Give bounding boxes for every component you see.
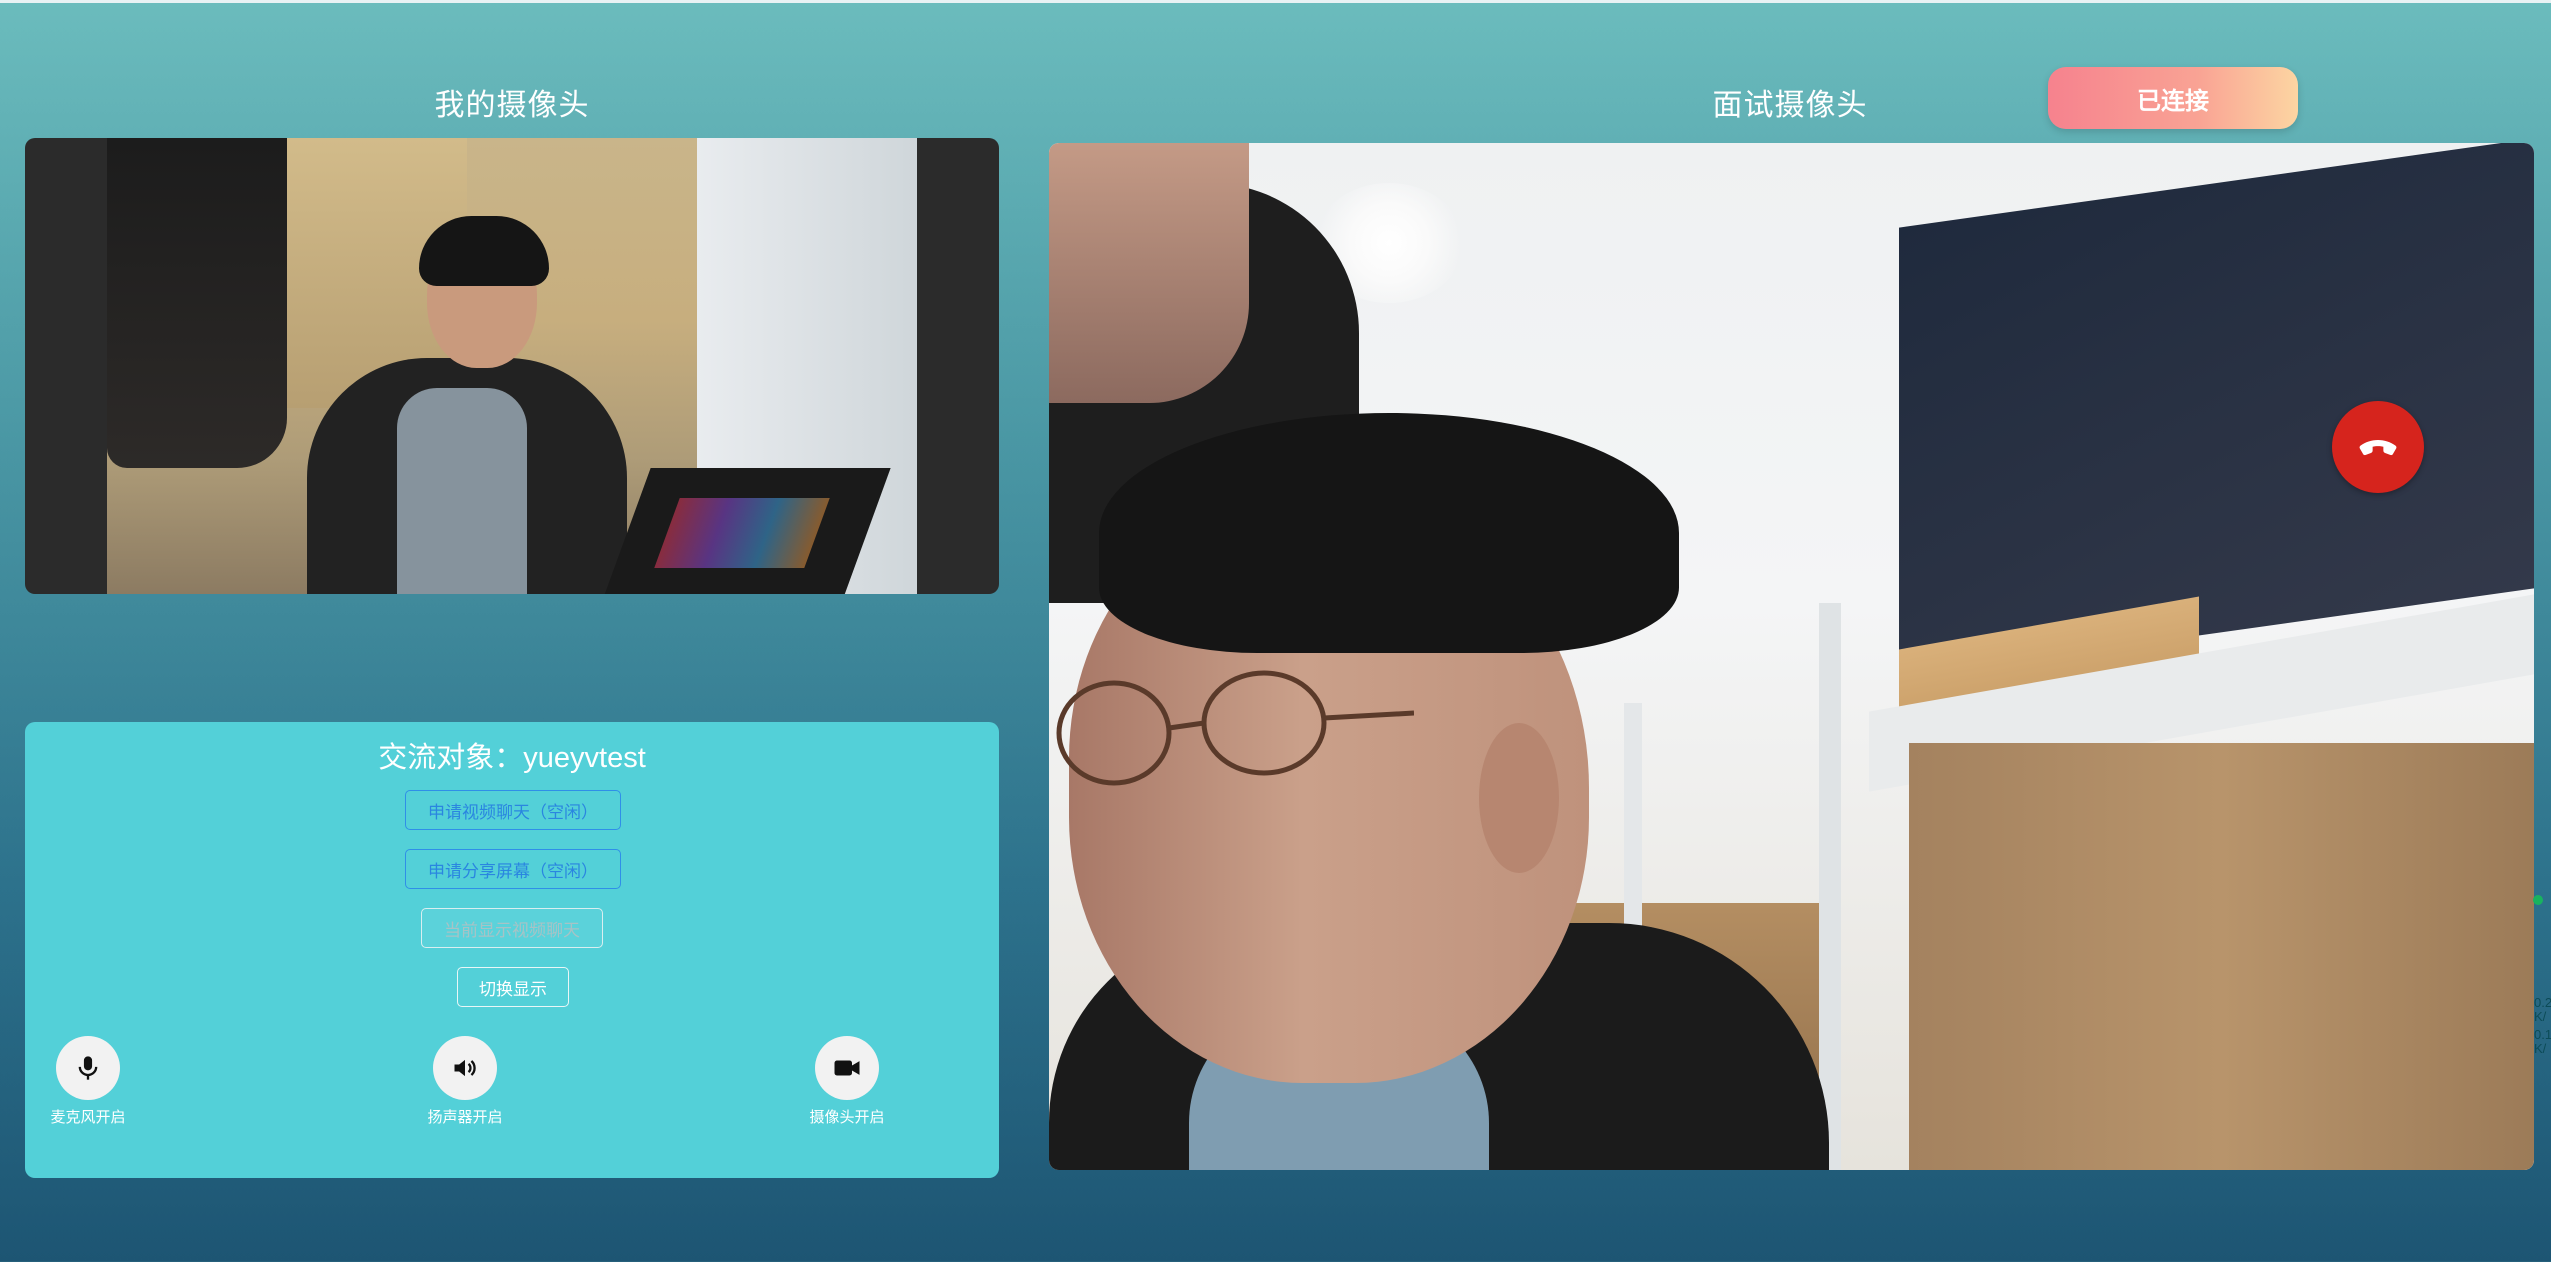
microphone-icon — [78, 1056, 98, 1080]
top-edge-line — [0, 0, 2551, 3]
feed-person-hair — [419, 216, 549, 286]
microphone-label: 麦克风开启 — [50, 1109, 126, 1126]
phone-hangup-icon — [2359, 440, 2397, 456]
interview-camera-title: 面试摄像头 — [1712, 89, 1868, 122]
microphone-control[interactable]: 麦克风开启 — [28, 1036, 148, 1127]
speaker-button[interactable] — [433, 1036, 497, 1100]
interview-camera-video — [1049, 143, 2534, 1170]
feed-hand — [1049, 143, 1249, 403]
upload-unit: K/ — [2534, 1009, 2547, 1024]
feed-starmap-poster — [1899, 143, 2534, 678]
upload-rate: 0.2 — [2534, 995, 2551, 1010]
communication-panel: 交流对象：yueyvtest 申请视频聊天（空闲） 申请分享屏幕（空闲） 当前显… — [25, 722, 999, 1178]
speaker-control[interactable]: 扬声器开启 — [405, 1036, 525, 1127]
feed-person-hair — [1099, 413, 1679, 653]
apply-video-chat-button[interactable]: 申请视频聊天（空闲） — [405, 790, 621, 830]
speaker-icon — [454, 1059, 476, 1077]
switch-display-button[interactable]: 切换显示 — [457, 967, 569, 1007]
network-stats-widget: 0.2 K/ 0.1 K/ — [2533, 895, 2551, 1056]
feed-wardrobe — [1909, 743, 2534, 1170]
my-camera-video — [25, 138, 999, 594]
my-camera-feed — [107, 138, 917, 594]
feed-glasses — [1056, 670, 1414, 786]
feed-bed-post — [1819, 603, 1841, 1170]
camera-label: 摄像头开启 — [809, 1109, 885, 1126]
camera-control[interactable]: 摄像头开启 — [787, 1036, 907, 1127]
panel-title: 交流对象：yueyvtest — [378, 742, 646, 774]
camera-button[interactable] — [815, 1036, 879, 1100]
download-rate: 0.1 — [2534, 1027, 2551, 1042]
connection-status-button[interactable]: 已连接 — [2048, 67, 2298, 129]
feed-coat — [107, 138, 287, 468]
video-camera-icon — [834, 1060, 860, 1076]
apply-screen-share-button[interactable]: 申请分享屏幕（空闲） — [405, 849, 621, 889]
download-unit: K/ — [2534, 1041, 2547, 1056]
feed-laptop-keyboard-lights — [654, 498, 830, 568]
feed-person-ear — [1479, 723, 1559, 873]
feed-person-shirt — [397, 388, 527, 594]
network-status-dot — [2533, 895, 2543, 905]
microphone-button[interactable] — [56, 1036, 120, 1100]
hangup-button[interactable] — [2332, 401, 2424, 493]
current-display-button: 当前显示视频聊天 — [421, 908, 603, 948]
my-camera-title: 我的摄像头 — [434, 89, 590, 122]
speaker-label: 扬声器开启 — [427, 1109, 503, 1126]
